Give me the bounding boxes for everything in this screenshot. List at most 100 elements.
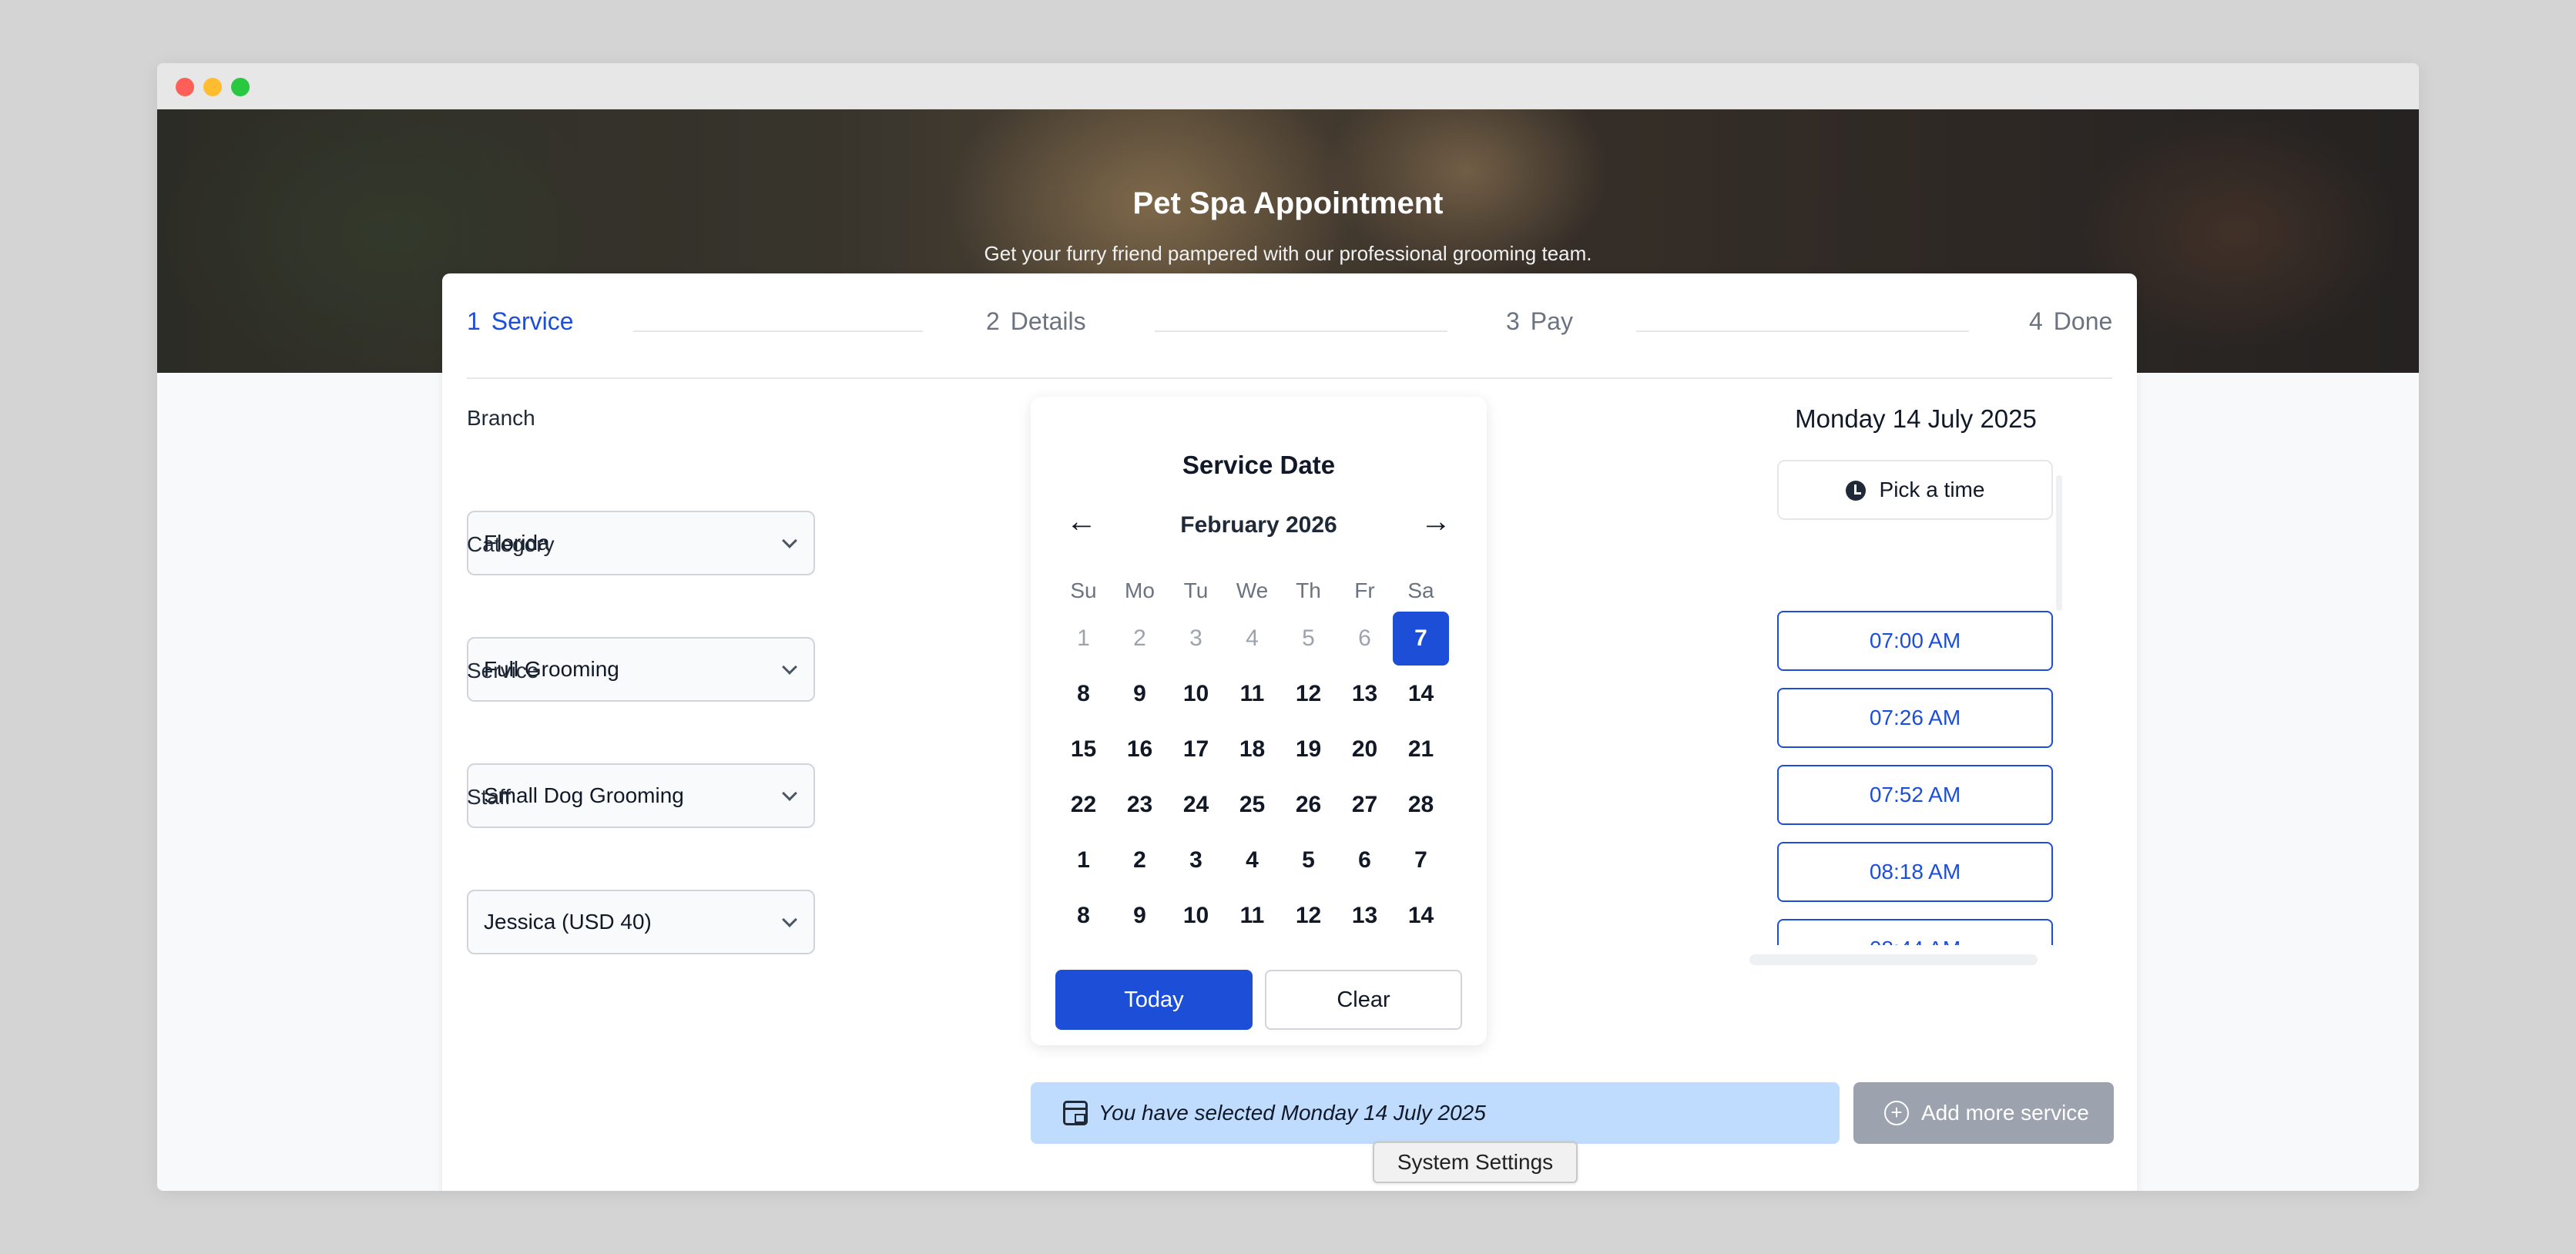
calendar-day[interactable]: 19 xyxy=(1280,723,1337,776)
clear-button[interactable]: Clear xyxy=(1265,970,1462,1030)
staff-value: Jessica (USD 40) xyxy=(484,910,652,934)
pick-time-label: Pick a time xyxy=(1879,478,1985,501)
step-number: 1 xyxy=(467,307,481,335)
system-settings-button[interactable]: System Settings xyxy=(1373,1142,1578,1183)
calendar-day[interactable]: 4 xyxy=(1224,612,1280,666)
calendar-day[interactable]: 6 xyxy=(1337,833,1393,887)
weekday-header: Fr xyxy=(1354,578,1375,602)
weekday-header: Tu xyxy=(1183,578,1209,602)
today-button[interactable]: Today xyxy=(1055,970,1253,1030)
weekday-header: Sa xyxy=(1407,578,1434,602)
calendar-icon xyxy=(1063,1101,1088,1125)
calendar-day[interactable]: 14 xyxy=(1393,889,1449,943)
chevron-down-icon xyxy=(782,533,797,548)
step-details[interactable]: 2 Details xyxy=(986,307,1086,336)
weekday-header: Mo xyxy=(1125,578,1155,602)
step-label: Done xyxy=(2053,307,2113,335)
calendar-day[interactable]: 3 xyxy=(1168,612,1224,666)
weekday-header: We xyxy=(1236,578,1269,602)
slots-scrollbar[interactable] xyxy=(2056,475,2062,611)
time-slot-button[interactable]: 07:00 AM xyxy=(1777,611,2053,671)
booking-card: 1 Service 2 Details 3 Pay 4 Done Branch Flor… xyxy=(442,273,2137,1191)
close-window-button[interactable] xyxy=(176,78,194,96)
calendar-month: February 2026 xyxy=(1180,512,1337,538)
calendar-day[interactable]: 11 xyxy=(1224,889,1280,943)
calendar-day[interactable]: 4 xyxy=(1224,833,1280,887)
date-picker: Service Date ← February 2026 → Su Mo Tu We T… xyxy=(1031,397,1487,1045)
calendar-day[interactable]: 18 xyxy=(1224,723,1280,776)
step-pay[interactable]: 3 Pay xyxy=(1506,307,1573,336)
calendar-day[interactable]: 8 xyxy=(1055,889,1112,943)
calendar-day[interactable]: 20 xyxy=(1337,723,1393,776)
step-label: Service xyxy=(491,307,574,335)
selection-message: You have selected Monday 14 July 2025 xyxy=(1098,1101,1486,1125)
calendar-day[interactable]: 3 xyxy=(1168,833,1224,887)
calendar-day[interactable]: 23 xyxy=(1112,778,1168,832)
time-slot-button[interactable]: 07:52 AM xyxy=(1777,765,2053,825)
calendar-day[interactable]: 17 xyxy=(1168,723,1224,776)
calendar-day[interactable]: 11 xyxy=(1224,667,1280,721)
step-number: 3 xyxy=(1506,307,1520,335)
maximize-window-button[interactable] xyxy=(231,78,250,96)
calendar-day[interactable]: 16 xyxy=(1112,723,1168,776)
staff-select[interactable]: Jessica (USD 40) xyxy=(467,890,815,954)
title-bar xyxy=(157,63,2419,109)
horizontal-scrollbar[interactable] xyxy=(1749,954,2038,965)
calendar-day[interactable]: 27 xyxy=(1337,778,1393,832)
calendar-day[interactable]: 10 xyxy=(1168,667,1224,721)
add-more-service-button[interactable]: + Add more service xyxy=(1853,1082,2114,1144)
step-label: Details xyxy=(1010,307,1086,335)
chevron-down-icon xyxy=(782,912,797,927)
calendar-day[interactable]: 6 xyxy=(1337,612,1393,666)
next-month-arrow-icon[interactable]: → xyxy=(1420,505,1451,539)
calendar-day[interactable]: 13 xyxy=(1337,889,1393,943)
minimize-window-button[interactable] xyxy=(203,78,222,96)
calendar-day[interactable]: 9 xyxy=(1112,889,1168,943)
time-slot-button[interactable]: 08:18 AM xyxy=(1777,842,2053,902)
calendar-day[interactable]: 12 xyxy=(1280,667,1337,721)
service-select[interactable]: Small Dog Grooming xyxy=(467,763,815,828)
chevron-down-icon xyxy=(782,659,797,675)
calendar-day[interactable]: 2 xyxy=(1112,612,1168,666)
calendar-day[interactable]: 26 xyxy=(1280,778,1337,832)
service-label: Service xyxy=(467,659,539,682)
browser-window: Pet Spa Appointment Get your furry frien… xyxy=(157,63,2419,1191)
step-number: 4 xyxy=(2029,307,2043,335)
calendar-day[interactable]: 1 xyxy=(1055,833,1112,887)
calendar-day[interactable]: 7 xyxy=(1393,833,1449,887)
service-value: Small Dog Grooming xyxy=(484,783,684,807)
branch-label: Branch xyxy=(467,406,535,430)
step-connector xyxy=(1636,330,1969,332)
calendar-title: Service Date xyxy=(1182,451,1336,479)
calendar-day[interactable]: 24 xyxy=(1168,778,1224,832)
weekday-header: Th xyxy=(1296,578,1321,602)
calendar-day-selected[interactable]: 7 xyxy=(1393,612,1449,666)
step-connector xyxy=(633,330,923,332)
pick-time-button[interactable]: Pick a time xyxy=(1777,460,2053,520)
calendar-day[interactable]: 14 xyxy=(1393,667,1449,721)
calendar-day[interactable]: 28 xyxy=(1393,778,1449,832)
add-more-service-label: Add more service xyxy=(1921,1101,2089,1125)
plus-circle-icon: + xyxy=(1884,1101,1909,1125)
time-slot-button[interactable]: 07:26 AM xyxy=(1777,688,2053,748)
calendar-day[interactable]: 21 xyxy=(1393,723,1449,776)
calendar-day[interactable]: 10 xyxy=(1168,889,1224,943)
selection-banner: You have selected Monday 14 July 2025 xyxy=(1031,1082,1840,1144)
page-subtitle: Get your furry friend pampered with our … xyxy=(984,242,1592,265)
calendar-day[interactable]: 8 xyxy=(1055,667,1112,721)
calendar-day[interactable]: 12 xyxy=(1280,889,1337,943)
calendar-day[interactable]: 25 xyxy=(1224,778,1280,832)
calendar-day[interactable]: 9 xyxy=(1112,667,1168,721)
step-number: 2 xyxy=(986,307,1000,335)
selected-date-heading: Monday 14 July 2025 xyxy=(1795,404,2037,433)
calendar-day[interactable]: 15 xyxy=(1055,723,1112,776)
calendar-day[interactable]: 5 xyxy=(1280,612,1337,666)
time-slot-button[interactable]: 08:44 AM xyxy=(1777,919,2053,945)
calendar-day[interactable]: 13 xyxy=(1337,667,1393,721)
step-done[interactable]: 4 Done xyxy=(2029,307,2112,336)
calendar-day[interactable]: 22 xyxy=(1055,778,1112,832)
calendar-day[interactable]: 2 xyxy=(1112,833,1168,887)
calendar-day[interactable]: 5 xyxy=(1280,833,1337,887)
step-service[interactable]: 1 Service xyxy=(467,307,574,336)
calendar-day[interactable]: 1 xyxy=(1055,612,1112,666)
